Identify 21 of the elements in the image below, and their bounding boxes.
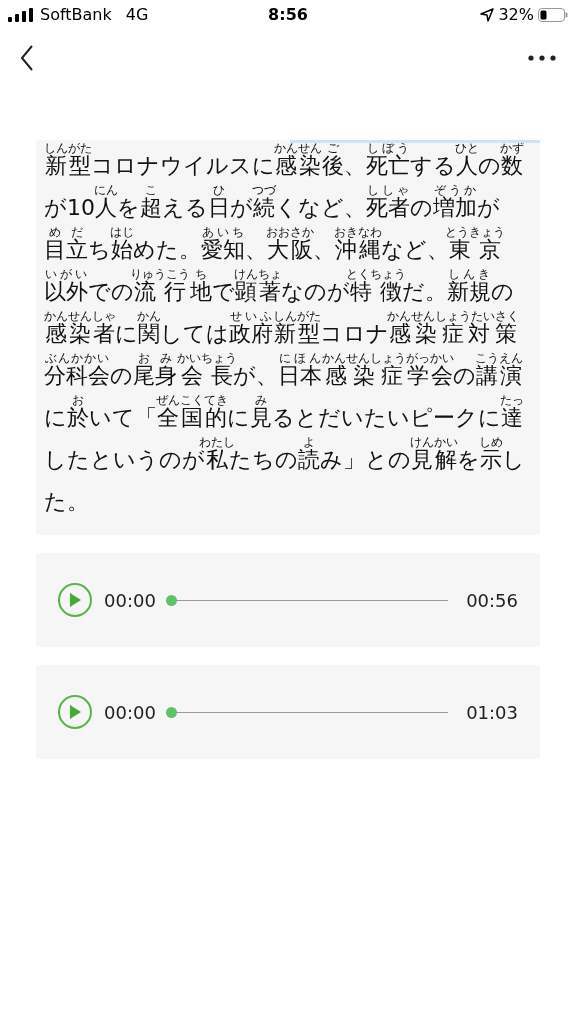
play-icon: [69, 593, 81, 607]
battery-icon: [538, 8, 568, 22]
more-button[interactable]: [528, 53, 556, 63]
current-time: 00:00: [104, 700, 156, 725]
duration-time: 01:03: [466, 700, 518, 725]
slider-thumb[interactable]: [165, 594, 177, 606]
article-text: 新型 しんがた コロナウイルスに感染 かんせん 後 ご 、死亡 しぼう する人 ひと の数 かず が10人 にん を超 こ える 日 ひ が続 つづ くなど、死者 ししゃ の増加 ぞうか が 目立 めだ ち始 はじ めた。愛知 あいち 、大阪 おおさか 、沖縄 おきなわ など、東京 とうきょう 以外 いがい での流行 りゅうこう 地 ち で顕著 けんちょ なのが特徴 とくちょう だ。新規 しんき の 感染者 かんせんしゃ に関 かん しては政府 せいふ 新型 しんがた コロナ感染症対策 かんせんしょうたいさく 分科会 ぶんかかい の尾身 おみ 会長 かいちょう が、日本 にほん 感染症 かんせんしょう 学会 がっかい の講演 こうえん に於 お いて「全国的 ぜんこくてき に見 み るとだいたいピークに達 たっ したというのが私 わたし たちの読 よ み」との見解 けんかい を示 しめ し た。: [44, 142, 526, 516]
play-button[interactable]: [58, 583, 92, 617]
seek-slider[interactable]: [165, 594, 449, 606]
play-icon: [69, 705, 81, 719]
status-time: 8:56: [268, 4, 308, 26]
network-type: 4G: [125, 4, 149, 26]
battery-percent: 32%: [498, 4, 534, 26]
signal-icon: [8, 8, 34, 22]
play-button[interactable]: [58, 695, 92, 729]
duration-time: 00:56: [466, 588, 518, 613]
seek-slider[interactable]: [165, 706, 449, 718]
carrier-name: SoftBank: [40, 4, 112, 26]
slider-thumb[interactable]: [165, 706, 177, 718]
current-time: 00:00: [104, 588, 156, 613]
location-arrow-icon: [480, 8, 495, 22]
